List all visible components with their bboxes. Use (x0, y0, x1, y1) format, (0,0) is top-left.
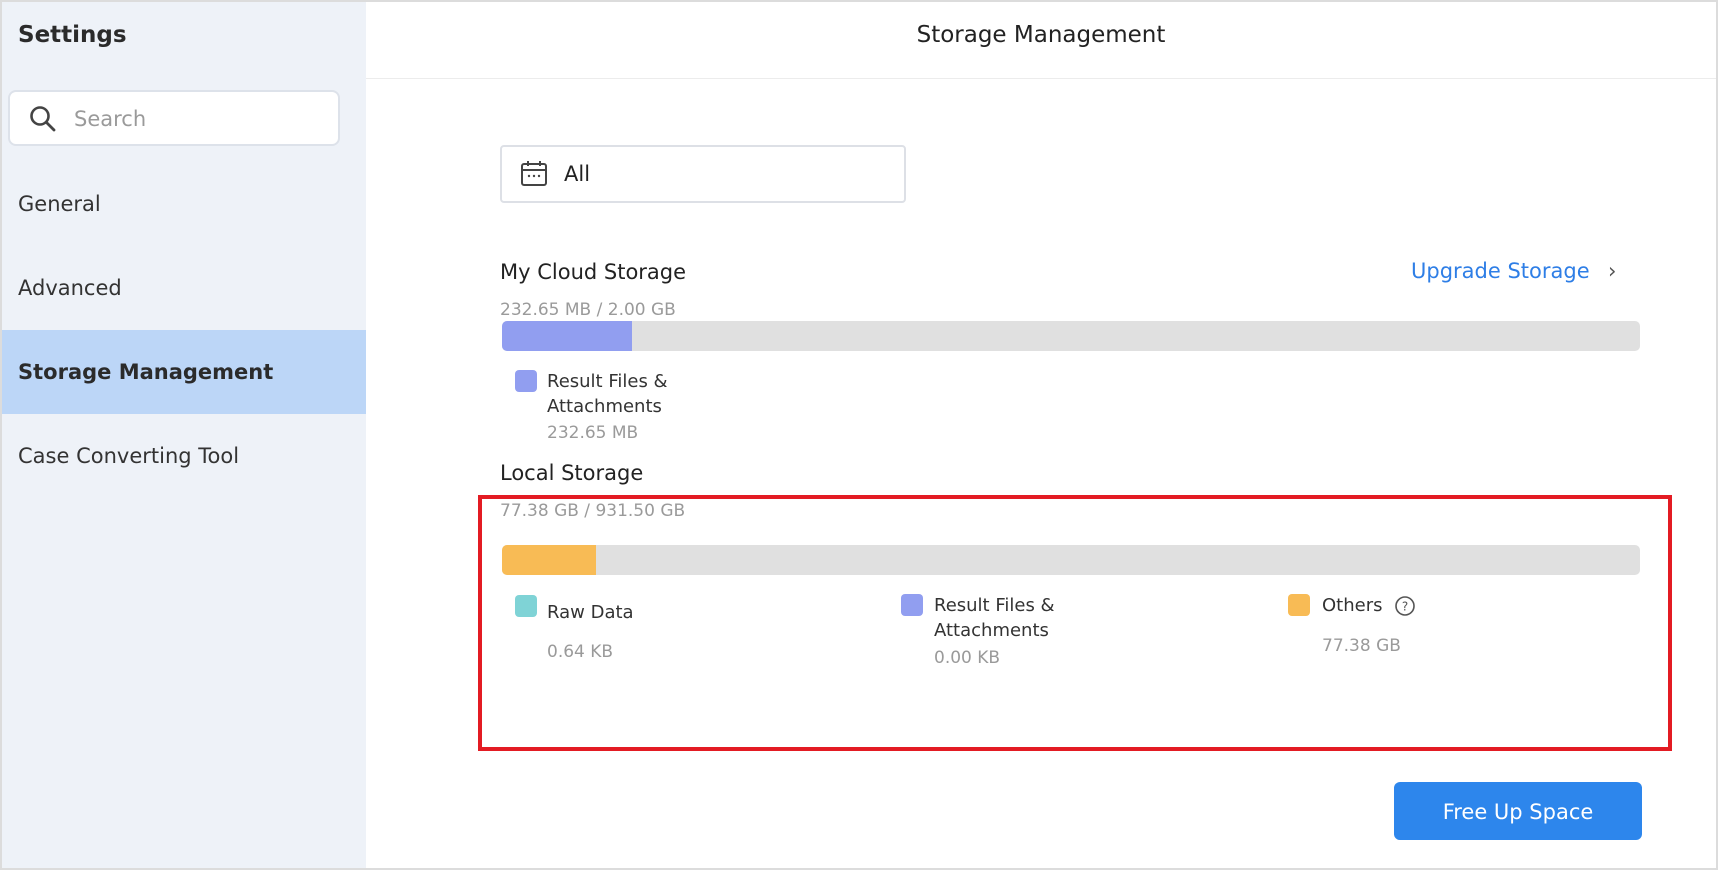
sidebar-item-storage-management[interactable]: Storage Management (2, 330, 366, 414)
date-filter-value: All (564, 162, 591, 186)
cloud-storage-title: My Cloud Storage (500, 260, 687, 284)
result-files-swatch (515, 370, 537, 392)
local-storage-title: Local Storage (500, 461, 644, 485)
local-legend-raw-data: Raw Data (547, 602, 634, 623)
sidebar-item-label: General (18, 192, 101, 216)
main-content: All My Cloud Storage 232.65 MB / 2.00 GB… (366, 79, 1716, 868)
legend-label-line: Result Files & (547, 371, 668, 392)
local-storage-bar (502, 545, 1640, 575)
search-icon (30, 106, 56, 132)
legend-label-line: Attachments (934, 620, 1049, 641)
date-filter-select[interactable]: All (500, 145, 906, 203)
svg-text:?: ? (1402, 600, 1408, 614)
sidebar-title: Settings (18, 22, 127, 48)
sidebar: Settings Search General Advanced Storage… (2, 2, 366, 868)
sidebar-item-label: Case Converting Tool (18, 444, 240, 468)
settings-window: Settings Search General Advanced Storage… (0, 0, 1718, 870)
sidebar-item-label: Storage Management (18, 360, 274, 384)
local-storage-bar-fill (502, 545, 597, 575)
raw-data-swatch (515, 595, 537, 617)
others-swatch (1288, 594, 1310, 616)
cloud-storage-bar (502, 321, 1640, 351)
sidebar-item-advanced[interactable]: Advanced (2, 246, 366, 330)
header: Storage Management (366, 2, 1716, 79)
sidebar-item-case-converting-tool[interactable]: Case Converting Tool (2, 414, 366, 498)
cloud-legend-result-files-value: 232.65 MB (547, 423, 639, 443)
search-placeholder: Search (74, 107, 147, 131)
chevron-right-icon[interactable]: › (1608, 259, 1616, 283)
free-up-space-button[interactable]: Free Up Space (1394, 782, 1642, 840)
calendar-icon (521, 161, 547, 186)
local-legend-others: Others (1322, 595, 1383, 616)
legend-label-line: Attachments (547, 396, 662, 417)
cloud-legend-result-files: Result Files & Attachments (547, 369, 668, 419)
local-legend-others-value: 77.38 GB (1322, 636, 1401, 656)
page-title: Storage Management (916, 22, 1166, 48)
result-files-swatch (901, 594, 923, 616)
local-legend-result-files: Result Files & Attachments (934, 593, 1055, 643)
sidebar-item-label: Advanced (18, 276, 122, 300)
upgrade-storage-link[interactable]: Upgrade Storage (1411, 259, 1590, 283)
search-input[interactable]: Search (8, 90, 340, 146)
local-legend-result-files-value: 0.00 KB (934, 648, 1001, 668)
sidebar-item-general[interactable]: General (2, 162, 366, 246)
highlight-box (478, 495, 1672, 751)
cloud-storage-bar-fill (502, 321, 632, 351)
cloud-storage-usage: 232.65 MB / 2.00 GB (500, 300, 676, 320)
help-icon[interactable]: ? (1394, 595, 1416, 617)
local-legend-raw-data-value: 0.64 KB (547, 642, 614, 662)
local-storage-usage: 77.38 GB / 931.50 GB (500, 501, 686, 521)
legend-label-line: Result Files & (934, 595, 1055, 616)
